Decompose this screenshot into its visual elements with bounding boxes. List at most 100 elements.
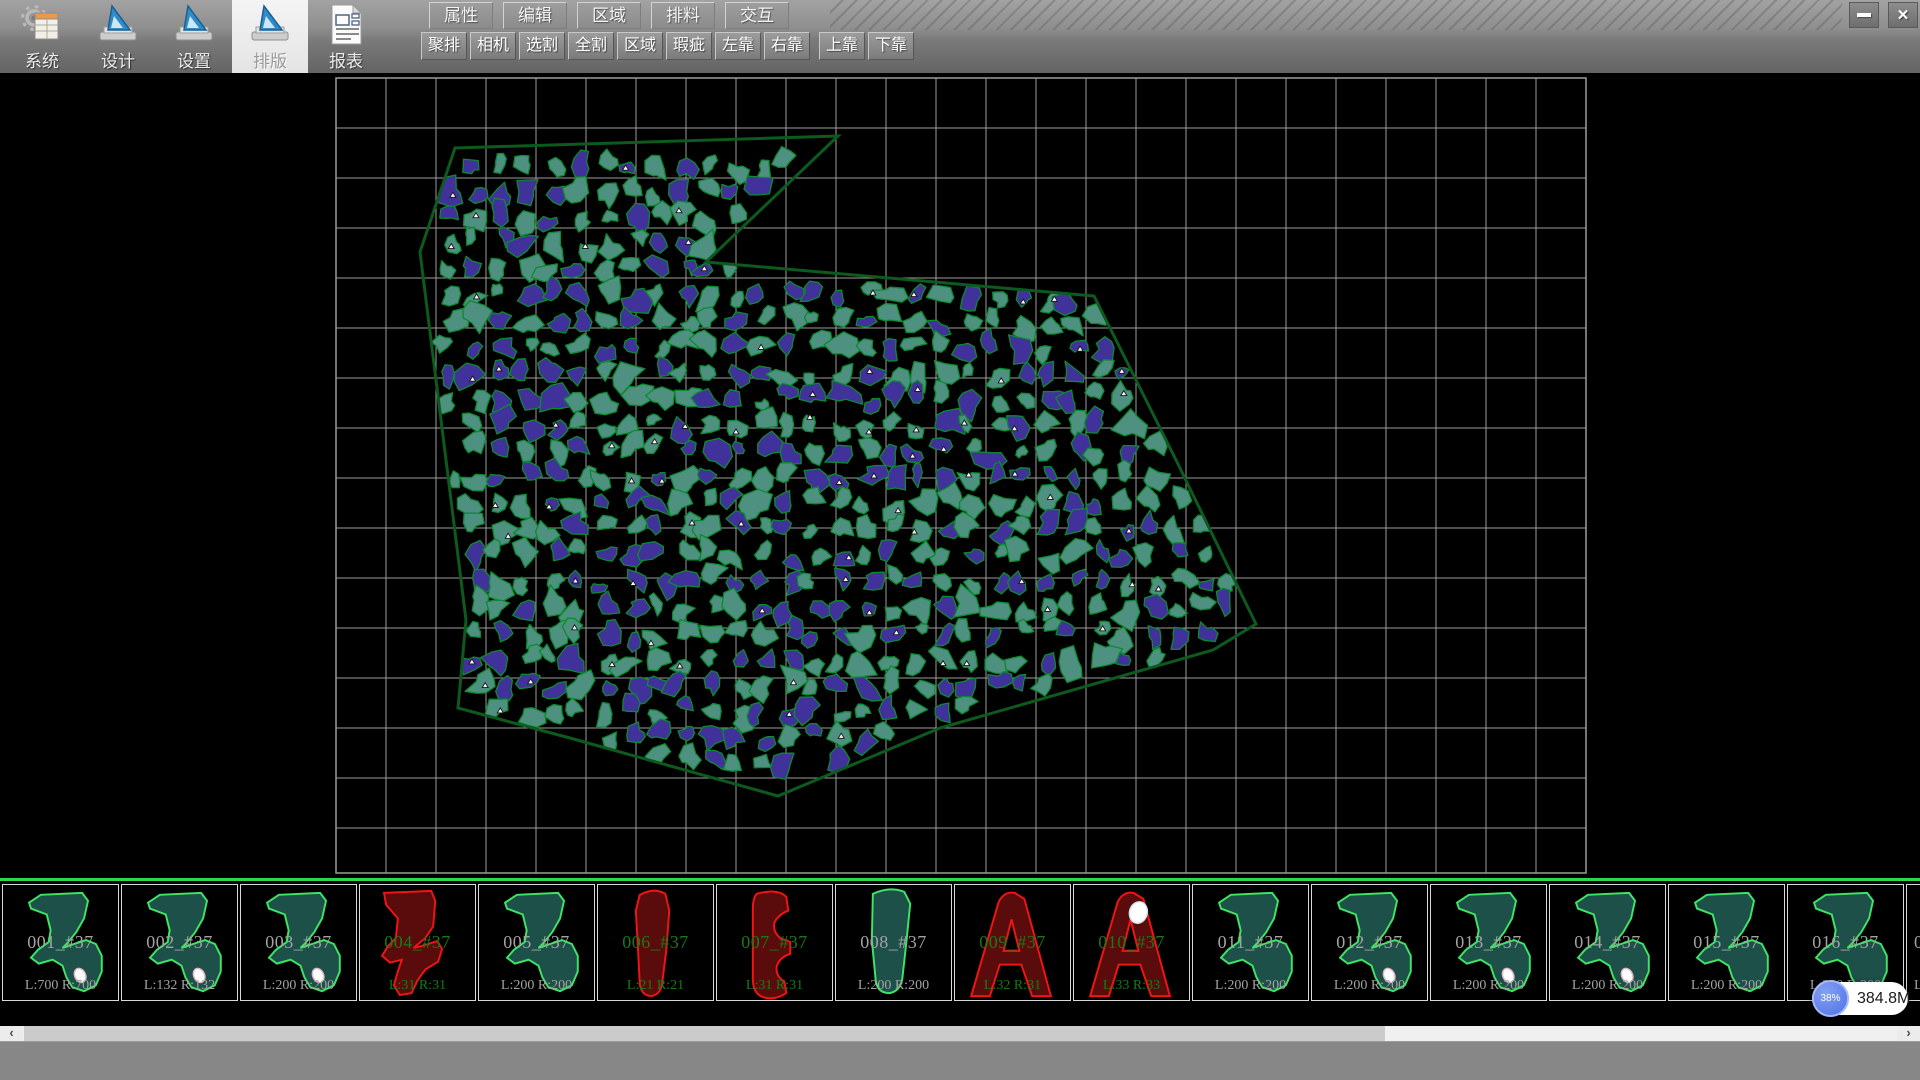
piece-lr-count: L:31 R:31 — [360, 978, 475, 994]
settings-icon — [172, 2, 216, 46]
memory-usage-badge: 38% 384.8M — [1812, 982, 1908, 1015]
tool-button-相机[interactable]: 相机 — [470, 32, 516, 60]
piece-lr-count: L:33 R:33 — [1074, 978, 1189, 994]
piece-lr-count: L:31 R:31 — [717, 978, 832, 994]
piece-label: 014_#37 — [1550, 932, 1665, 953]
piece-thumbnail[interactable]: 007_#37 L:31 R:31 — [716, 884, 833, 1001]
piece-thumbnail[interactable]: 011_#37 L:200 R:200 — [1192, 884, 1309, 1001]
cpu-percent-value: 38% — [1820, 993, 1840, 1004]
main-tab-排版[interactable]: 排版 — [232, 0, 308, 73]
piece-lr-count: L:21 R:21 — [598, 978, 713, 994]
piece-label: 0 — [1907, 932, 1920, 953]
piece-label: 016_#37 — [1788, 932, 1903, 953]
piece-label: 007_#37 — [717, 932, 832, 953]
main-tab-label: 排版 — [253, 47, 287, 72]
main-tab-bar: 系统 设计 设置 排版 报表 — [4, 0, 384, 73]
piece-thumbnail[interactable]: 010_#37 L:33 R:33 — [1073, 884, 1190, 1001]
piece-lr-count: L:200 R:200 — [1669, 978, 1784, 994]
tool-button-选割[interactable]: 选割 — [519, 32, 565, 60]
cpu-percent-indicator: 38% — [1812, 980, 1849, 1017]
piece-lr-count: L:200 R:200 — [241, 978, 356, 994]
piece-label: 005_#37 — [479, 932, 594, 953]
layout-icon — [248, 2, 292, 46]
menu-tab-排料[interactable]: 排料 — [651, 2, 715, 29]
piece-label: 004_#37 — [360, 932, 475, 953]
tool-button-右靠[interactable]: 右靠 — [764, 32, 810, 60]
tool-button-下靠[interactable]: 下靠 — [868, 32, 914, 60]
piece-thumbnail[interactable]: 008_#37 L:200 R:200 — [835, 884, 952, 1001]
piece-label: 008_#37 — [836, 932, 951, 953]
piece-lr-count: L:200 R:200 — [1431, 978, 1546, 994]
piece-lr-count: L:200 R:200 — [1312, 978, 1427, 994]
nesting-canvas[interactable] — [0, 73, 1920, 878]
system-icon — [20, 2, 64, 46]
status-bar — [0, 1041, 1920, 1080]
nested-pieces — [431, 147, 1238, 780]
tool-button-全割[interactable]: 全割 — [568, 32, 614, 60]
piece-label: 003_#37 — [241, 932, 356, 953]
piece-label: 013_#37 — [1431, 932, 1546, 953]
piece-lr-count: L:200 R:200 — [836, 978, 951, 994]
tool-button-区域[interactable]: 区域 — [617, 32, 663, 60]
menu-tab-区域[interactable]: 区域 — [577, 2, 641, 29]
tool-button-瑕疵[interactable]: 瑕疵 — [666, 32, 712, 60]
minimize-icon — [1857, 13, 1871, 17]
main-tab-报表[interactable]: 报表 — [308, 0, 384, 73]
main-tab-label: 系统 — [25, 47, 59, 72]
tool-button-聚排[interactable]: 聚排 — [421, 32, 467, 60]
piece-label: 011_#37 — [1193, 932, 1308, 953]
horizontal-scrollbar[interactable]: ‹ › — [0, 1026, 1920, 1041]
piece-thumbnail[interactable]: 005_#37 L:200 R:200 — [478, 884, 595, 1001]
strip-divider-line — [0, 878, 1920, 881]
piece-label: 012_#37 — [1312, 932, 1427, 953]
menu-tab-交互[interactable]: 交互 — [725, 2, 789, 29]
main-tab-label: 设置 — [177, 47, 211, 72]
scrollbar-right-arrow[interactable]: › — [1897, 1026, 1920, 1041]
main-tab-系统[interactable]: 系统 — [4, 0, 80, 73]
piece-lr-count: L:200 R:200 — [479, 978, 594, 994]
main-tab-设置[interactable]: 设置 — [156, 0, 232, 73]
menu-tab-属性[interactable]: 属性 — [429, 2, 493, 29]
menu-tab-bar: 属性编辑区域排料交互 — [429, 2, 789, 29]
piece-lr-count: L:200 R:200 — [1193, 978, 1308, 994]
titlebar-hatch-texture — [830, 0, 1842, 30]
top-toolbar: 系统设计设置排版报表 属性编辑区域排料交互 聚排相机选割全割区域瑕疵左靠右靠上靠… — [0, 0, 1920, 73]
menu-tab-编辑[interactable]: 编辑 — [503, 2, 567, 29]
piece-label: 002_#37 — [122, 932, 237, 953]
piece-thumbnail[interactable]: 003_#37 L:200 R:200 — [240, 884, 357, 1001]
close-button[interactable]: ✕ — [1888, 2, 1918, 28]
piece-lr-count: L:32 R:31 — [955, 978, 1070, 994]
main-tab-label: 报表 — [329, 47, 363, 72]
minimize-button[interactable] — [1849, 2, 1879, 28]
report-icon — [324, 2, 368, 46]
scrollbar-left-arrow[interactable]: ‹ — [0, 1026, 23, 1041]
piece-thumbnail[interactable]: 004_#37 L:31 R:31 — [359, 884, 476, 1001]
tool-button-row: 聚排相机选割全割区域瑕疵左靠右靠上靠下靠 — [421, 32, 914, 60]
piece-thumbnail[interactable]: 014_#37 L:200 R:200 — [1549, 884, 1666, 1001]
piece-thumbnail[interactable]: 001_#37 L:700 R:700 — [2, 884, 119, 1001]
piece-label: 015_#37 — [1669, 932, 1784, 953]
piece-label: 010_#37 — [1074, 932, 1189, 953]
piece-lr-count: L:200 R:200 — [1550, 978, 1665, 994]
app-window: { "window": { "minimize_glyph": "–", "cl… — [0, 0, 1920, 1080]
main-tab-label: 设计 — [101, 47, 135, 72]
nesting-canvas-svg — [0, 73, 1920, 878]
piece-thumbnail[interactable]: 012_#37 L:200 R:200 — [1311, 884, 1428, 1001]
piece-thumbnail-strip: 001_#37L:700 R:700002_#37L:132 R:132003_… — [0, 884, 1920, 1001]
piece-label: 001_#37 — [3, 932, 118, 953]
piece-thumbnail[interactable]: 002_#37 L:132 R:132 — [121, 884, 238, 1001]
scrollbar-thumb[interactable] — [24, 1026, 1385, 1041]
close-icon: ✕ — [1897, 6, 1910, 24]
piece-lr-count: L:132 R:132 — [122, 978, 237, 994]
piece-label: 006_#37 — [598, 932, 713, 953]
piece-label: 009_#37 — [955, 932, 1070, 953]
main-tab-设计[interactable]: 设计 — [80, 0, 156, 73]
tool-button-左靠[interactable]: 左靠 — [715, 32, 761, 60]
piece-thumbnail[interactable]: 015_#37 L:200 R:200 — [1668, 884, 1785, 1001]
piece-thumbnail[interactable]: 006_#37 L:21 R:21 — [597, 884, 714, 1001]
memory-value: 384.8M — [1857, 982, 1910, 1015]
tool-button-上靠[interactable]: 上靠 — [819, 32, 865, 60]
piece-thumbnail[interactable]: 009_#37 L:32 R:31 — [954, 884, 1071, 1001]
piece-lr-count: L:700 R:700 — [3, 978, 118, 994]
piece-thumbnail[interactable]: 013_#37 L:200 R:200 — [1430, 884, 1547, 1001]
